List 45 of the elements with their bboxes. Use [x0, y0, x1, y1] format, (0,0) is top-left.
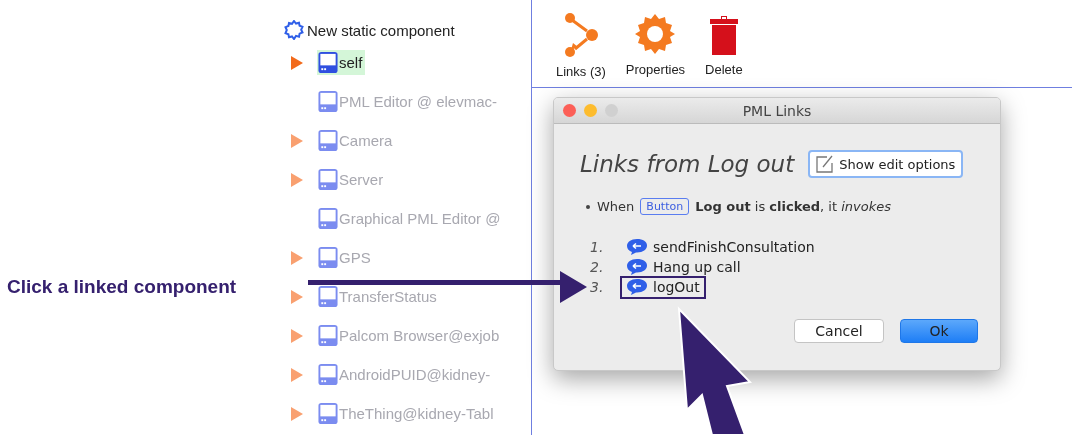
ok-button[interactable]: Ok: [900, 319, 978, 343]
monitor-icon: [317, 364, 339, 385]
expand-triangle-icon[interactable]: [291, 55, 303, 70]
close-button[interactable]: [563, 104, 576, 117]
properties-button[interactable]: Properties: [625, 12, 686, 87]
monitor-icon: [317, 247, 339, 268]
type-tag: Button: [640, 198, 690, 215]
zoom-button[interactable]: [605, 104, 618, 117]
gear-icon: [284, 20, 304, 40]
expand-triangle-icon[interactable]: [291, 328, 303, 343]
expand-triangle-icon[interactable]: [291, 406, 303, 421]
cancel-button[interactable]: Cancel: [794, 319, 884, 343]
list-number: 3.: [590, 279, 605, 295]
speech-bubble-icon: [626, 238, 648, 256]
monitor-icon: [317, 403, 339, 424]
monitor-icon: [317, 325, 339, 346]
linked-component[interactable]: logOut: [620, 275, 706, 299]
monitor-icon: [317, 286, 339, 307]
window-title: PML Links: [742, 102, 812, 119]
monitor-icon: [317, 208, 339, 229]
show-edit-options-button[interactable]: Show edit options: [808, 150, 964, 178]
annotation-text: Click a linked component: [7, 275, 237, 298]
sentence-text: Log out is clicked, it invokes: [695, 199, 891, 214]
tree-root-label[interactable]: New static component: [307, 21, 455, 39]
monitor-icon: [317, 91, 339, 112]
dialog-heading: Links from Log out: [580, 151, 795, 177]
links-button[interactable]: Links (3): [556, 12, 606, 87]
speech-bubble-icon: [626, 258, 648, 276]
speech-bubble-icon: [626, 278, 648, 296]
edit-icon: [816, 155, 835, 173]
expand-triangle-icon[interactable]: [291, 172, 303, 187]
expand-triangle-icon[interactable]: [291, 250, 303, 265]
expand-triangle-icon[interactable]: [291, 133, 303, 148]
bullet-icon: [586, 204, 590, 209]
sentence-text: When: [597, 199, 635, 214]
tree-item[interactable]: self: [317, 50, 366, 75]
list-number: 1.: [590, 239, 605, 255]
minimize-button[interactable]: [584, 104, 597, 117]
expand-triangle-icon[interactable]: [291, 289, 303, 304]
expand-triangle-icon[interactable]: [291, 367, 303, 382]
list-number: 2.: [590, 259, 605, 275]
monitor-icon: [317, 169, 339, 190]
monitor-icon: [317, 52, 339, 73]
monitor-icon: [317, 130, 339, 151]
delete-button[interactable]: Delete: [705, 12, 743, 87]
